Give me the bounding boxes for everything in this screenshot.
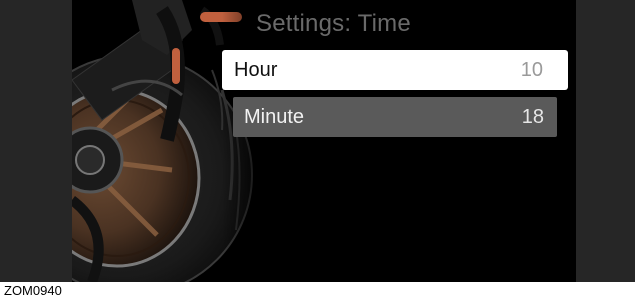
right-bezel	[576, 0, 635, 282]
menu-item-minute[interactable]: Minute 18	[233, 97, 557, 137]
figure-frame: Settings: Time Hour 10 Minute 18 ZOM0940	[0, 0, 635, 299]
left-bezel	[0, 0, 72, 282]
menu-item-hour[interactable]: Hour 10	[222, 50, 568, 90]
menu-item-label: Hour	[234, 58, 278, 81]
figure-code: ZOM0940	[4, 282, 62, 299]
menu-item-value: 18	[521, 105, 544, 128]
instrument-display: Settings: Time Hour 10 Minute 18	[72, 0, 576, 282]
screen-title: Settings: Time	[256, 10, 411, 37]
menu-item-value: 10	[520, 58, 543, 81]
motorcycle-rear-wheel-graphic	[72, 0, 576, 282]
menu-item-label: Minute	[244, 105, 305, 128]
